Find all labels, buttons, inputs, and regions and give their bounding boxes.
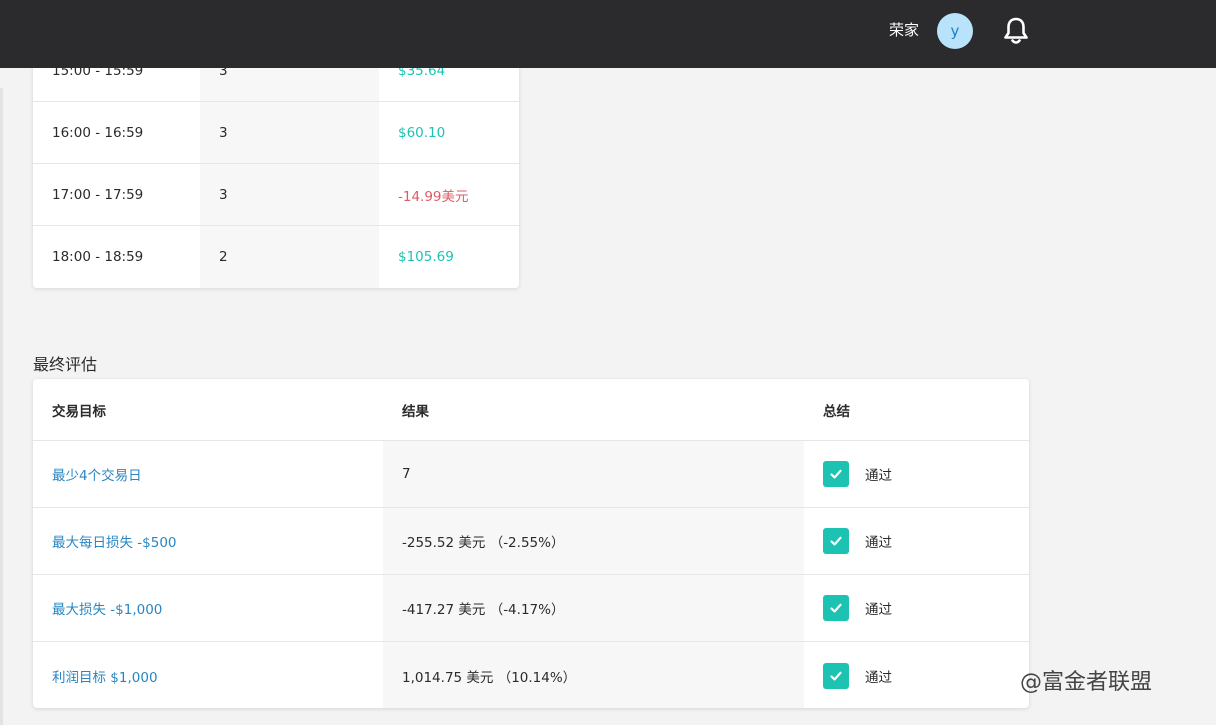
count-cell: 3 bbox=[200, 164, 379, 225]
count-cell: 2 bbox=[200, 226, 379, 288]
table-row: 利润目标 $1,000 1,014.75 美元 （10.14%） 通过 bbox=[33, 642, 1029, 708]
summary-cell: 通过 bbox=[804, 642, 1029, 708]
summary-cell: 通过 bbox=[804, 441, 1029, 507]
summary-label: 通过 bbox=[865, 669, 892, 686]
table-row: 18:00 - 18:59 2 $105.69 bbox=[33, 226, 519, 288]
summary-label: 通过 bbox=[865, 535, 892, 551]
goal-link[interactable]: 最少4个交易日 bbox=[33, 441, 383, 507]
result-cell: -255.52 美元 （-2.55%） bbox=[383, 508, 804, 574]
column-header-summary: 总结 bbox=[823, 403, 850, 420]
pnl-cell: $60.10 bbox=[379, 102, 519, 163]
result-cell: 7 bbox=[383, 441, 804, 507]
summary-label: 通过 bbox=[865, 602, 892, 618]
user-name[interactable]: 荣家 bbox=[889, 20, 919, 40]
summary-cell: 通过 bbox=[804, 508, 1029, 574]
goal-link[interactable]: 利润目标 $1,000 bbox=[33, 642, 383, 708]
time-cell: 16:00 - 16:59 bbox=[33, 102, 200, 163]
table-row: 16:00 - 16:59 3 $60.10 bbox=[33, 102, 519, 164]
table-row: 17:00 - 17:59 3 -14.99美元 bbox=[33, 164, 519, 226]
time-cell: 18:00 - 18:59 bbox=[33, 226, 200, 288]
count-cell: 3 bbox=[200, 102, 379, 163]
avatar[interactable]: y bbox=[937, 13, 973, 49]
time-cell: 17:00 - 17:59 bbox=[33, 164, 200, 225]
column-header-goal: 交易目标 bbox=[52, 403, 106, 420]
summary-cell: 通过 bbox=[804, 575, 1029, 641]
pnl-cell: $105.69 bbox=[379, 226, 519, 288]
final-evaluation-table: 交易目标 结果 总结 最少4个交易日 7 通过 最大每日损失 -$500 -25… bbox=[33, 379, 1029, 708]
check-icon bbox=[823, 595, 849, 621]
bell-icon[interactable] bbox=[1002, 16, 1030, 46]
summary-label: 通过 bbox=[865, 468, 892, 484]
hourly-stats-table: 15:00 - 15:59 3 $35.64 16:00 - 16:59 3 $… bbox=[33, 40, 519, 288]
check-icon bbox=[823, 662, 849, 689]
table-row: 最少4个交易日 7 通过 bbox=[33, 441, 1029, 508]
table-row: 最大损失 -$1,000 -417.27 美元 （-4.17%） 通过 bbox=[33, 575, 1029, 642]
top-bar: 荣家 y bbox=[0, 0, 1216, 68]
result-cell: -417.27 美元 （-4.17%） bbox=[383, 575, 804, 641]
left-panel-edge bbox=[0, 88, 3, 725]
check-icon bbox=[823, 528, 849, 554]
table-row: 最大每日损失 -$500 -255.52 美元 （-2.55%） 通过 bbox=[33, 508, 1029, 575]
check-icon bbox=[823, 461, 849, 487]
pnl-cell: -14.99美元 bbox=[379, 164, 519, 225]
column-header-result: 结果 bbox=[383, 379, 804, 440]
watermark: @富金者联盟 bbox=[1020, 670, 1153, 695]
section-title: 最终评估 bbox=[33, 355, 98, 374]
goal-link[interactable]: 最大损失 -$1,000 bbox=[33, 575, 383, 641]
table-header: 交易目标 结果 总结 bbox=[33, 379, 1029, 441]
result-cell: 1,014.75 美元 （10.14%） bbox=[383, 642, 804, 708]
goal-link[interactable]: 最大每日损失 -$500 bbox=[33, 508, 383, 574]
